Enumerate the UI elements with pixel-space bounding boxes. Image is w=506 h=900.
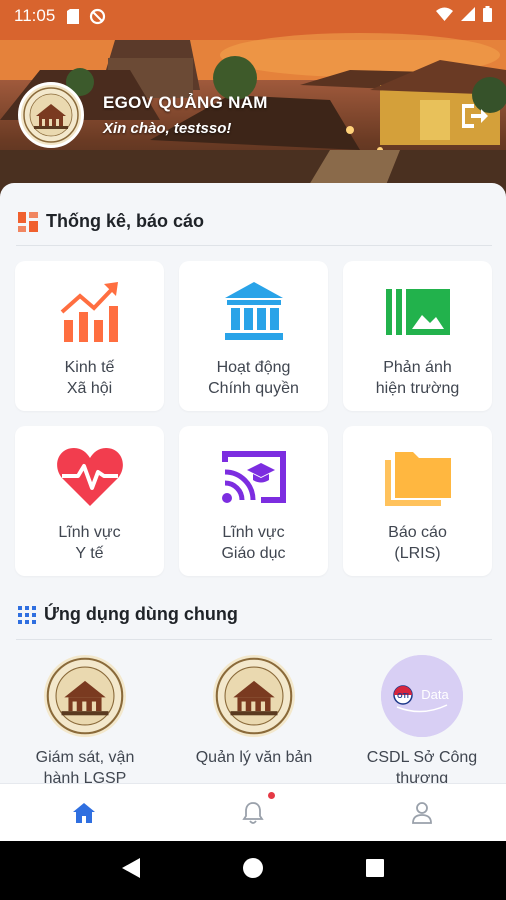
user-profile-icon bbox=[411, 801, 432, 824]
card-label: Lĩnh vực Giáo dục bbox=[221, 524, 286, 562]
notification-badge bbox=[265, 790, 277, 801]
app-title: EGOV QUẢNG NAM bbox=[103, 93, 268, 112]
apps-section-header: Ứng dụng dùng chung bbox=[18, 604, 238, 625]
app-quan-ly-van-ban[interactable]: Quản lý văn bản bbox=[174, 655, 334, 768]
card-label: Hoạt động Chính quyền bbox=[208, 359, 299, 397]
heart-pulse-icon bbox=[56, 448, 123, 506]
card-hoat-dong-chinh-quyen[interactable]: Hoạt động Chính quyền bbox=[179, 261, 328, 411]
folder-icon bbox=[384, 452, 451, 506]
nav-home[interactable] bbox=[0, 784, 169, 841]
home-circle-icon[interactable] bbox=[242, 858, 263, 883]
card-bao-cao-lris[interactable]: Báo cáo (LRIS) bbox=[343, 426, 492, 576]
data-saver-icon bbox=[89, 8, 106, 25]
back-icon[interactable] bbox=[121, 858, 140, 883]
data-logo-icon: OTI Data bbox=[381, 655, 463, 737]
cast-education-icon bbox=[221, 451, 286, 503]
app-label: Giám sát, vận hành LGSP bbox=[35, 749, 135, 783]
nav-notifications[interactable] bbox=[169, 784, 338, 841]
logout-button[interactable] bbox=[458, 100, 490, 132]
content-panel: Thống kê, báo cáo Kinh tế Xã hội Hoạt độ… bbox=[0, 183, 506, 783]
photo-gallery-icon bbox=[385, 289, 450, 335]
quang-nam-seal-logo bbox=[18, 82, 84, 148]
apps-section-title: Ứng dụng dùng chung bbox=[44, 604, 238, 624]
card-label: Kinh tế Xã hội bbox=[64, 359, 115, 397]
card-kinh-te-xa-hoi[interactable]: Kinh tế Xã hội bbox=[15, 261, 164, 411]
trending-chart-icon bbox=[60, 282, 118, 342]
card-label: Lĩnh vực Y tế bbox=[58, 524, 121, 562]
signal-icon bbox=[461, 6, 475, 26]
card-linh-vuc-y-te[interactable]: Lĩnh vực Y tế bbox=[15, 426, 164, 576]
app-label: CSDL Sở Công thương bbox=[366, 749, 478, 783]
stats-section-header: Thống kê, báo cáo bbox=[18, 211, 204, 232]
quang-nam-seal-icon bbox=[44, 655, 126, 737]
divider bbox=[16, 639, 492, 640]
card-linh-vuc-giao-duc[interactable]: Lĩnh vực Giáo dục bbox=[179, 426, 328, 576]
dashboard-icon bbox=[18, 211, 38, 232]
divider bbox=[16, 245, 492, 246]
app-csdl-so-cong-thuong[interactable]: OTI Data CSDL Sở Công thương bbox=[342, 655, 502, 783]
bottom-navigation bbox=[0, 783, 506, 841]
logout-icon bbox=[462, 104, 488, 128]
greeting-text: Xin chào, testsso! bbox=[103, 120, 232, 137]
status-bar: 11:05 bbox=[0, 0, 506, 32]
app-label: Quản lý văn bản bbox=[195, 749, 313, 766]
logo-sub: Data bbox=[421, 687, 449, 702]
card-phan-anh-hien-truong[interactable]: Phản ánh hiện trường bbox=[343, 261, 492, 411]
stats-section-title: Thống kê, báo cáo bbox=[46, 211, 205, 231]
nav-profile[interactable] bbox=[337, 784, 506, 841]
app-giam-sat-lgsp[interactable]: Giám sát, vận hành LGSP bbox=[5, 655, 165, 783]
system-navigation-bar bbox=[0, 841, 506, 900]
notification-bell-icon bbox=[242, 801, 264, 824]
recents-icon[interactable] bbox=[366, 859, 385, 882]
government-building-icon bbox=[224, 282, 283, 340]
card-label: Phản ánh hiện trường bbox=[375, 359, 460, 397]
apps-grid-icon bbox=[18, 605, 36, 624]
status-time: 11:05 bbox=[14, 6, 56, 25]
wifi-icon bbox=[436, 7, 453, 26]
battery-icon bbox=[483, 5, 492, 27]
card-label: Báo cáo (LRIS) bbox=[388, 524, 447, 562]
logo-text: OTI bbox=[397, 693, 409, 700]
quang-nam-seal-icon bbox=[213, 655, 295, 737]
home-icon bbox=[73, 802, 96, 823]
sim-icon bbox=[67, 8, 80, 24]
